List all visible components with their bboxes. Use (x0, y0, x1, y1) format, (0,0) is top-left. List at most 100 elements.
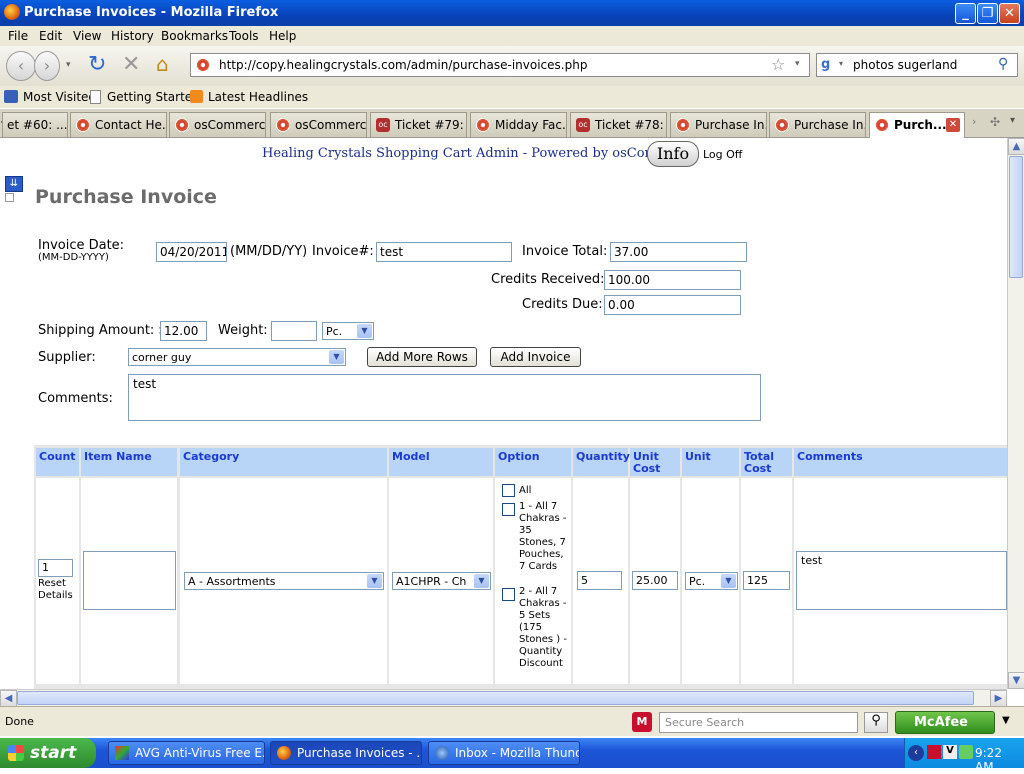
url-dropdown-icon[interactable]: ▾ (795, 59, 800, 69)
maximize-button[interactable]: ❐ (977, 3, 998, 24)
bookmark-most-visited[interactable]: Most Visited (23, 90, 96, 104)
start-button[interactable]: start (0, 738, 96, 768)
forward-icon[interactable]: › (34, 51, 60, 81)
network-icon[interactable] (959, 745, 973, 759)
tab-1[interactable]: et #60: ... (2, 112, 68, 137)
tab-2[interactable]: Contact He... (70, 112, 167, 137)
add-invoice-button[interactable]: Add Invoice (490, 347, 581, 367)
col-header-count: Count (36, 448, 79, 476)
invoice-total-field[interactable]: 37.00 (610, 242, 747, 262)
add-more-rows-button[interactable]: Add More Rows (367, 347, 477, 367)
credits-received-field[interactable]: 100.00 (604, 270, 741, 290)
supplier-select[interactable]: corner guy ▼ (128, 348, 346, 366)
search-input[interactable]: photos sugerland (853, 58, 957, 72)
scroll-up-icon[interactable]: ▲ (1008, 138, 1024, 155)
oscommerce-favicon-icon (175, 118, 189, 132)
reset-details-link[interactable]: Reset Details (38, 578, 78, 602)
new-tab-icon[interactable]: ✣ (990, 115, 1000, 129)
taskbar-item-firefox[interactable]: Purchase Invoices - ... (270, 741, 422, 765)
back-icon[interactable]: ‹ (6, 51, 36, 81)
reload-icon[interactable]: ↻ (88, 52, 106, 77)
site-favicon-icon (196, 58, 210, 72)
tab-5[interactable]: oc Ticket #79: ... (370, 112, 467, 137)
menu-edit[interactable]: Edit (39, 29, 62, 43)
close-tab-icon[interactable]: ✕ (946, 118, 960, 132)
info-button[interactable]: Info (647, 141, 699, 167)
row-comments-textarea[interactable]: test (796, 551, 1007, 610)
col-header-quantity: Quantity (573, 448, 630, 476)
scroll-right-icon[interactable]: ▶ (990, 690, 1007, 707)
horizontal-scroll-thumb[interactable] (17, 691, 974, 705)
model-select[interactable]: A1CHPR - Ch ▼ (392, 572, 491, 590)
window-title-bar[interactable]: Purchase Invoices - Mozilla Firefox _ ❐ … (0, 0, 1024, 26)
weight-unit-select[interactable]: Pc. ▼ (322, 322, 374, 340)
vertical-scrollbar[interactable]: ▲ ▼ (1007, 138, 1024, 689)
tab-3[interactable]: osCommerc... (169, 112, 266, 137)
option-all-checkbox[interactable] (502, 484, 515, 497)
weight-field[interactable] (271, 321, 317, 341)
tab-7[interactable]: oc Ticket #78: ... (570, 112, 667, 137)
credits-due-field[interactable]: 0.00 (604, 295, 741, 315)
mcafee-status-button[interactable]: McAfee (895, 711, 995, 734)
quantity-field[interactable]: 5 (577, 571, 622, 590)
tab-6[interactable]: Midday Fac... (470, 112, 567, 137)
invoice-number-field[interactable]: test (376, 242, 512, 262)
taskbar-item-thunderbird[interactable]: Inbox - Mozilla Thund... (428, 741, 580, 765)
secure-search-input[interactable]: Secure Search (659, 712, 858, 733)
mcafee-dropdown-icon[interactable]: ▼ (1002, 715, 1010, 726)
menu-file[interactable]: File (8, 29, 28, 43)
tab-scroll-right-icon[interactable]: › (972, 115, 976, 128)
horizontal-scrollbar[interactable]: ◀ ▶ (0, 689, 1007, 707)
unit-select[interactable]: Pc. ▼ (685, 572, 738, 590)
invoice-date-field[interactable]: 04/20/2011 (156, 242, 227, 262)
menu-view[interactable]: View (73, 29, 101, 43)
mcafee-shield-icon[interactable]: M (632, 712, 652, 732)
search-engine-dropdown-icon[interactable]: ▾ (839, 59, 843, 68)
tab-label: Purch... (894, 118, 947, 132)
search-icon[interactable]: ⚲ (998, 56, 1008, 72)
category-select[interactable]: A - Assortments ▼ (184, 572, 384, 590)
count-field[interactable]: 1 (38, 559, 73, 577)
tab-9[interactable]: Purchase In... (769, 112, 866, 137)
menu-history[interactable]: History (111, 29, 154, 43)
tab-8[interactable]: Purchase In... (670, 112, 767, 137)
most-visited-icon (4, 90, 18, 103)
logoff-link[interactable]: Log Off (703, 148, 742, 161)
history-dropdown-icon[interactable]: ▾ (66, 60, 71, 70)
option-2-checkbox[interactable] (502, 588, 515, 601)
menu-bookmarks[interactable]: Bookmarks (161, 29, 228, 43)
tab-4[interactable]: osCommerc... (270, 112, 367, 137)
minimize-button[interactable]: _ (955, 3, 976, 24)
item-name-textarea[interactable] (83, 551, 176, 610)
address-bar[interactable]: http://copy.healingcrystals.com/admin/pu… (190, 53, 810, 77)
google-icon[interactable]: g (821, 57, 837, 73)
bookmark-getting-started[interactable]: Getting Started (107, 90, 200, 104)
search-bar[interactable]: g ▾ photos sugerland ⚲ (816, 53, 1018, 77)
scroll-down-icon[interactable]: ▼ (1008, 672, 1024, 689)
tray-expand-icon[interactable]: ‹ (908, 745, 924, 761)
scroll-left-icon[interactable]: ◀ (0, 690, 17, 707)
bookmark-latest-headlines[interactable]: Latest Headlines (208, 90, 308, 104)
list-all-tabs-icon[interactable]: ▾ (1010, 115, 1015, 126)
menu-help[interactable]: Help (269, 29, 296, 43)
search-icon[interactable]: ⚲ (864, 712, 888, 733)
tab-active[interactable]: Purch... ✕ (869, 112, 965, 138)
total-cost-field[interactable]: 125 (743, 571, 790, 590)
shipping-amount-field[interactable]: 12.00 (160, 321, 207, 341)
option-1-checkbox[interactable] (502, 503, 515, 516)
taskbar-item-avg[interactable]: AVG Anti-Virus Free E... (108, 741, 265, 765)
menu-tools[interactable]: Tools (229, 29, 259, 43)
stop-icon[interactable]: ✕ (122, 52, 140, 77)
mcafee-tray-icon[interactable] (927, 745, 941, 759)
home-icon[interactable]: ⌂ (156, 52, 169, 76)
tab-strip: ‹ et #60: ... Contact He... osCommerc...… (0, 109, 1024, 138)
unit-cost-field[interactable]: 25.00 (632, 571, 678, 590)
chevron-down-icon: ▼ (329, 350, 344, 364)
close-window-button[interactable]: ✕ (999, 3, 1020, 24)
bookmark-star-icon[interactable]: ☆ (771, 55, 785, 74)
vertical-scroll-thumb[interactable] (1009, 156, 1023, 278)
collapse-menu-icon[interactable]: ⇊ (5, 176, 23, 192)
comments-textarea[interactable]: test (128, 374, 761, 421)
taskbar-item-label: AVG Anti-Virus Free E... (135, 746, 265, 760)
tray-app-icon[interactable]: V (943, 745, 957, 759)
